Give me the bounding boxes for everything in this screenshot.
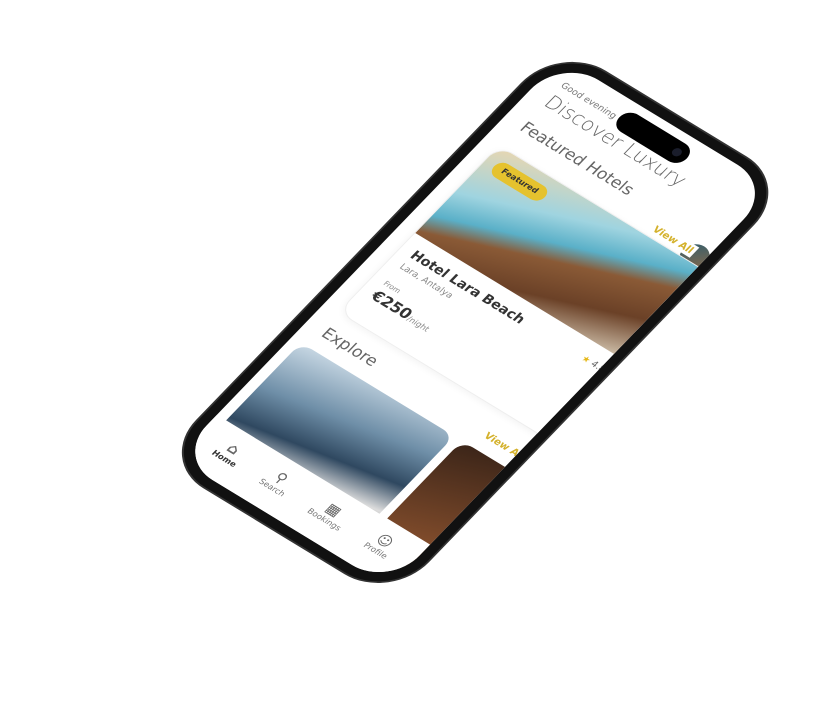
nav-search[interactable]: ⚲ Search [256, 464, 299, 499]
hotel-price: €250/night [366, 287, 431, 335]
hotel-card[interactable]: Featured Hotel Lara Beach Lara, Antalya … [337, 144, 714, 443]
camera-icon [669, 146, 684, 158]
phone-screen: Good evening Discover Luxury Featured Ho… [175, 57, 775, 588]
nav-bookings[interactable]: ▦ Bookings [305, 494, 356, 533]
hotel-rating: ★ 4.8 [578, 353, 608, 375]
nav-profile[interactable]: ☺ Profile [361, 528, 402, 562]
nav-home[interactable]: ⌂ Home [209, 436, 251, 470]
phone-mockup: Good evening Discover Luxury Featured Ho… [160, 45, 791, 600]
